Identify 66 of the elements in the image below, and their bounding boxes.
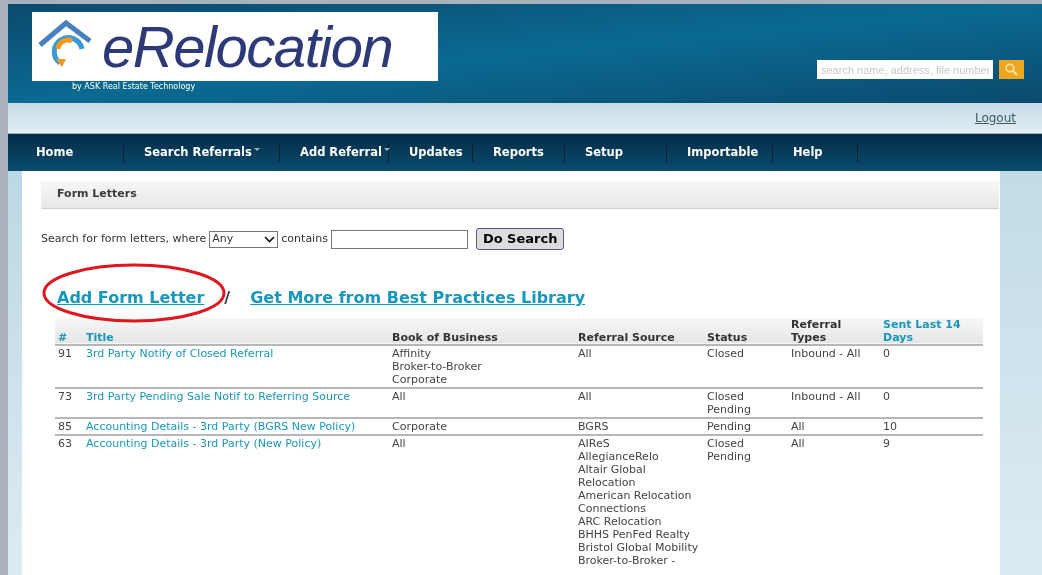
nav-item[interactable]: Add Referral — [280, 143, 389, 162]
row-number: 73 — [58, 390, 72, 403]
sent-count: 10 — [883, 420, 897, 433]
nav-item[interactable]: Setup — [565, 143, 667, 162]
referral-source-cell-text: BHHS PenFed Realty — [578, 528, 692, 541]
book-of-business-cell-text: Corporate — [392, 420, 448, 433]
status-cell-text: Pending — [707, 403, 752, 416]
referral-source-cell-text: ARC Relocation — [578, 515, 663, 528]
row-number: 91 — [58, 347, 72, 360]
status-cell-text: Pending — [707, 420, 752, 433]
contains-label: contains — [281, 230, 328, 247]
column-header: Status — [704, 318, 788, 345]
status-cell-text: Pending — [707, 450, 752, 463]
nav-item[interactable]: Importable — [667, 143, 773, 162]
referral-type-cell-text: All — [791, 437, 806, 450]
do-search-button[interactable]: Do Search — [475, 228, 565, 250]
caret-icon — [253, 148, 260, 152]
sent-count: 0 — [883, 347, 890, 360]
nav-item[interactable]: Updates — [389, 143, 473, 162]
status-cell-text: Closed — [707, 390, 745, 403]
referral-type-cell-text: Inbound - All — [791, 347, 862, 360]
form-letter-link[interactable]: 3rd Party Notify of Closed Referral — [86, 347, 274, 360]
form-letter-link[interactable]: 3rd Party Pending Sale Notif to Referring Source — [86, 390, 350, 403]
referral-source-cell-text: AllegianceRelo — [578, 450, 660, 463]
referral-source-cell-text: American Relocation Connections — [578, 489, 693, 515]
referral-source-cell-text: Broker-to-Broker - — [578, 554, 677, 567]
logo-wordmark: eRelocation — [102, 17, 393, 76]
referral-source-cell-text: BGRS — [578, 420, 610, 433]
search-label: Search for form letters, where — [41, 230, 207, 247]
chevron-down-icon — [264, 235, 276, 243]
nav-item[interactable]: Reports — [473, 143, 565, 162]
logout-link[interactable]: Logout — [974, 109, 1016, 127]
panel-title: Form Letters — [57, 186, 137, 203]
separator: / — [224, 287, 231, 309]
row-number: 63 — [58, 437, 72, 450]
form-letter-link[interactable]: Accounting Details - 3rd Party (New Policy) — [86, 437, 322, 450]
logo[interactable]: eRelocation — [32, 12, 438, 81]
nav-item[interactable]: Search Referrals — [124, 143, 280, 162]
referral-type-cell-text: Inbound - All — [791, 390, 862, 403]
search-icon — [1005, 63, 1018, 76]
sent-count: 0 — [883, 390, 890, 403]
logo-tagline: by ASK Real Estate Technology — [72, 81, 197, 93]
status-cell-text: Closed — [707, 437, 745, 450]
nav-item[interactable]: Help — [773, 143, 858, 162]
referral-source-cell-text: Altair Global Relocation — [578, 463, 647, 489]
column-header: Referral Types — [788, 318, 880, 345]
column-header: Book of Business — [389, 318, 575, 345]
book-of-business-cell-text: Broker-to-Broker — [392, 360, 483, 373]
form-letter-link[interactable]: Accounting Details - 3rd Party (BGRS New Policy) — [86, 420, 356, 433]
caret-icon — [383, 148, 390, 152]
referral-type-cell-text: All — [791, 420, 806, 433]
referral-source-cell-text: All — [578, 347, 593, 360]
book-of-business-cell-text: Corporate — [392, 373, 448, 386]
row-number: 85 — [58, 420, 72, 433]
book-of-business-cell-text: Affinity — [392, 347, 432, 360]
referral-source-cell-text: AIReS — [578, 437, 611, 450]
book-of-business-cell-text: All — [392, 390, 407, 403]
field-dropdown[interactable]: Any — [209, 230, 279, 248]
book-of-business-cell-text: All — [392, 437, 407, 450]
status-cell-text: Closed — [707, 347, 745, 360]
search-text-field[interactable] — [330, 229, 468, 249]
referral-source-cell-text: Bristol Global Mobility — [578, 541, 700, 554]
sent-count: 9 — [883, 437, 890, 450]
column-header: Referral Source — [575, 318, 704, 345]
referral-source-cell-text: All — [578, 390, 593, 403]
nav-item[interactable]: Home — [8, 143, 124, 162]
